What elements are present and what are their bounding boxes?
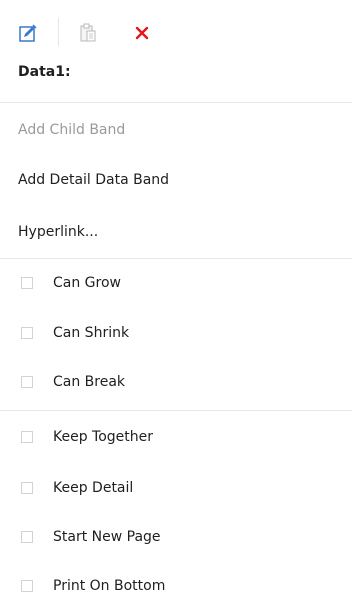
start-new-page-checkbox[interactable] xyxy=(21,531,33,543)
band-name-label: Data1: xyxy=(18,64,71,80)
can-grow-item[interactable]: Can Grow xyxy=(0,258,352,308)
add-detail-data-band-item[interactable]: Add Detail Data Band xyxy=(0,155,352,205)
start-new-page-label: Start New Page xyxy=(53,529,161,545)
hyperlink-item[interactable]: Hyperlink... xyxy=(0,207,352,257)
menu-separator xyxy=(0,410,352,411)
menu-toolbar xyxy=(0,0,352,62)
can-grow-label: Can Grow xyxy=(53,275,121,291)
keep-detail-item[interactable]: Keep Detail xyxy=(0,463,352,513)
paste-button[interactable] xyxy=(78,22,98,44)
keep-detail-checkbox[interactable] xyxy=(21,482,33,494)
keep-detail-label: Keep Detail xyxy=(53,480,134,496)
start-new-page-item[interactable]: Start New Page xyxy=(0,512,352,562)
add-child-band-label: Add Child Band xyxy=(18,122,126,138)
add-child-band-item: Add Child Band xyxy=(0,105,352,155)
can-break-item[interactable]: Can Break xyxy=(0,357,352,407)
edit-icon xyxy=(19,24,37,42)
toolbar-divider xyxy=(58,18,59,46)
delete-icon xyxy=(135,26,149,40)
print-on-bottom-label: Print On Bottom xyxy=(53,578,166,594)
can-grow-checkbox[interactable] xyxy=(21,277,33,289)
can-break-checkbox[interactable] xyxy=(21,376,33,388)
hyperlink-label: Hyperlink... xyxy=(18,224,99,240)
delete-button[interactable] xyxy=(132,22,152,44)
can-shrink-item[interactable]: Can Shrink xyxy=(0,308,352,358)
keep-together-checkbox[interactable] xyxy=(21,431,33,443)
add-detail-data-band-label: Add Detail Data Band xyxy=(18,172,170,188)
edit-button[interactable] xyxy=(18,22,38,44)
print-on-bottom-checkbox[interactable] xyxy=(21,580,33,592)
can-shrink-checkbox[interactable] xyxy=(21,327,33,339)
can-shrink-label: Can Shrink xyxy=(53,325,130,341)
paste-icon xyxy=(80,23,96,42)
keep-together-item[interactable]: Keep Together xyxy=(0,412,352,462)
menu-separator xyxy=(0,102,352,103)
print-on-bottom-item[interactable]: Print On Bottom xyxy=(0,561,352,608)
can-break-label: Can Break xyxy=(53,374,126,390)
keep-together-label: Keep Together xyxy=(53,429,154,445)
band-context-menu: Data1: Add Child Band Add Detail Data Ba… xyxy=(0,0,352,608)
